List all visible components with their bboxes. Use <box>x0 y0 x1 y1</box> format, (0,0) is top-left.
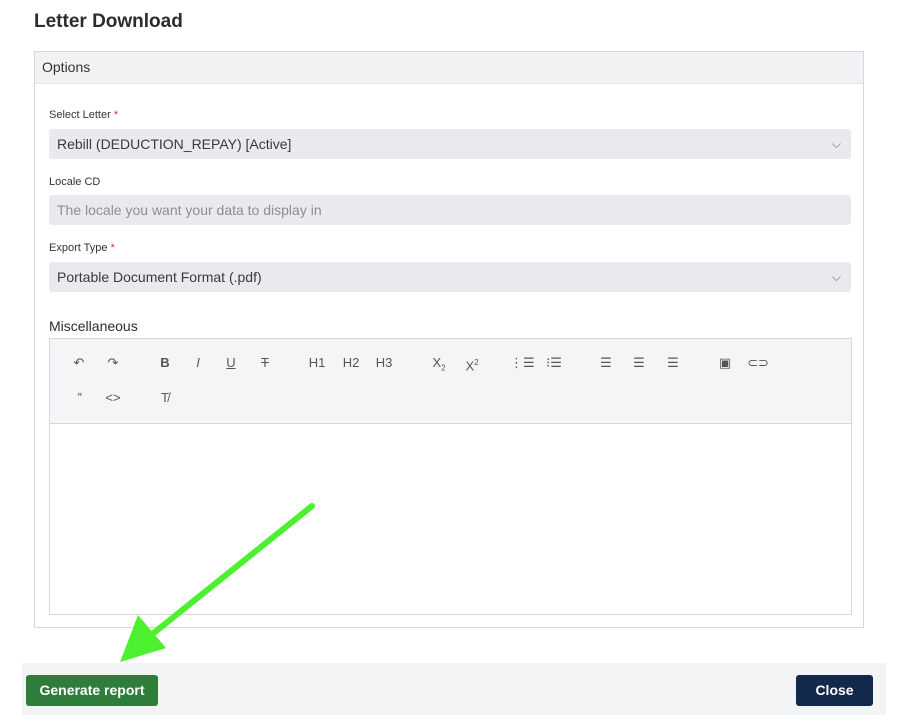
superscript-mark: 2 <box>474 358 479 367</box>
dialog-footer: Generate report Close <box>22 663 886 715</box>
options-header: Options <box>35 52 863 84</box>
chevron-down-icon: ⌵ <box>831 137 841 151</box>
heading1-icon[interactable]: H1 <box>306 352 328 374</box>
rich-text-editor: ↶ ↷ B I U T H1 H2 H3 X2 X2 ⋮☰ ⁝☰ ☰ ☰ ☰ ▣… <box>49 338 852 615</box>
export-type-dropdown[interactable]: Portable Document Format (.pdf) ⌵ <box>49 262 851 292</box>
image-icon[interactable]: ▣ <box>714 352 736 374</box>
clear-format-icon[interactable]: T̸ <box>154 387 176 409</box>
locale-cd-label: Locale CD <box>49 176 101 188</box>
locale-cd-input[interactable]: The locale you want your data to display… <box>49 195 851 225</box>
subscript-base: X <box>432 355 442 370</box>
link-icon[interactable]: ⊂⊃ <box>747 352 769 374</box>
heading2-icon[interactable]: H2 <box>340 352 362 374</box>
select-letter-dropdown[interactable]: Rebill (DEDUCTION_REPAY) [Active] ⌵ <box>49 129 851 159</box>
strikethrough-icon[interactable]: T <box>254 352 276 374</box>
required-mark: * <box>110 242 115 254</box>
redo-icon[interactable]: ↷ <box>102 352 124 374</box>
subscript-icon[interactable]: X2 <box>428 352 450 374</box>
generate-report-button[interactable]: Generate report <box>26 675 158 706</box>
superscript-icon[interactable]: X2 <box>461 352 483 374</box>
align-center-icon[interactable]: ☰ <box>628 352 650 374</box>
locale-cd-placeholder: The locale you want your data to display… <box>57 202 322 218</box>
bold-icon[interactable]: B <box>154 352 176 374</box>
ordered-list-icon[interactable]: ⋮☰ <box>510 352 535 374</box>
code-icon[interactable]: <> <box>102 387 124 409</box>
superscript-base: X <box>465 358 475 374</box>
editor-content-area[interactable] <box>50 424 851 616</box>
export-type-label: Export Type * <box>49 242 115 254</box>
italic-icon[interactable]: I <box>187 352 209 374</box>
select-letter-value: Rebill (DEDUCTION_REPAY) [Active] <box>57 136 292 152</box>
export-type-value: Portable Document Format (.pdf) <box>57 269 262 285</box>
select-letter-label-text: Select Letter <box>49 109 111 121</box>
blockquote-icon[interactable]: ” <box>68 387 90 409</box>
dialog-title: Letter Download <box>34 11 183 32</box>
required-mark: * <box>113 109 119 121</box>
editor-toolbar: ↶ ↷ B I U T H1 H2 H3 X2 X2 ⋮☰ ⁝☰ ☰ ☰ ☰ ▣… <box>50 339 851 424</box>
underline-icon[interactable]: U <box>220 352 242 374</box>
select-letter-label: Select Letter * <box>49 109 118 121</box>
align-left-icon[interactable]: ☰ <box>595 352 617 374</box>
subscript-mark: 2 <box>441 363 446 373</box>
undo-icon[interactable]: ↶ <box>68 352 90 374</box>
options-panel: Options Select Letter * Rebill (DEDUCTIO… <box>34 51 864 628</box>
export-type-label-text: Export Type <box>49 242 108 254</box>
bullet-list-icon[interactable]: ⁝☰ <box>543 352 565 374</box>
close-button[interactable]: Close <box>796 675 873 706</box>
align-right-icon[interactable]: ☰ <box>662 352 684 374</box>
chevron-down-icon: ⌵ <box>831 270 841 284</box>
miscellaneous-label: Miscellaneous <box>49 318 138 334</box>
heading3-icon[interactable]: H3 <box>373 352 395 374</box>
